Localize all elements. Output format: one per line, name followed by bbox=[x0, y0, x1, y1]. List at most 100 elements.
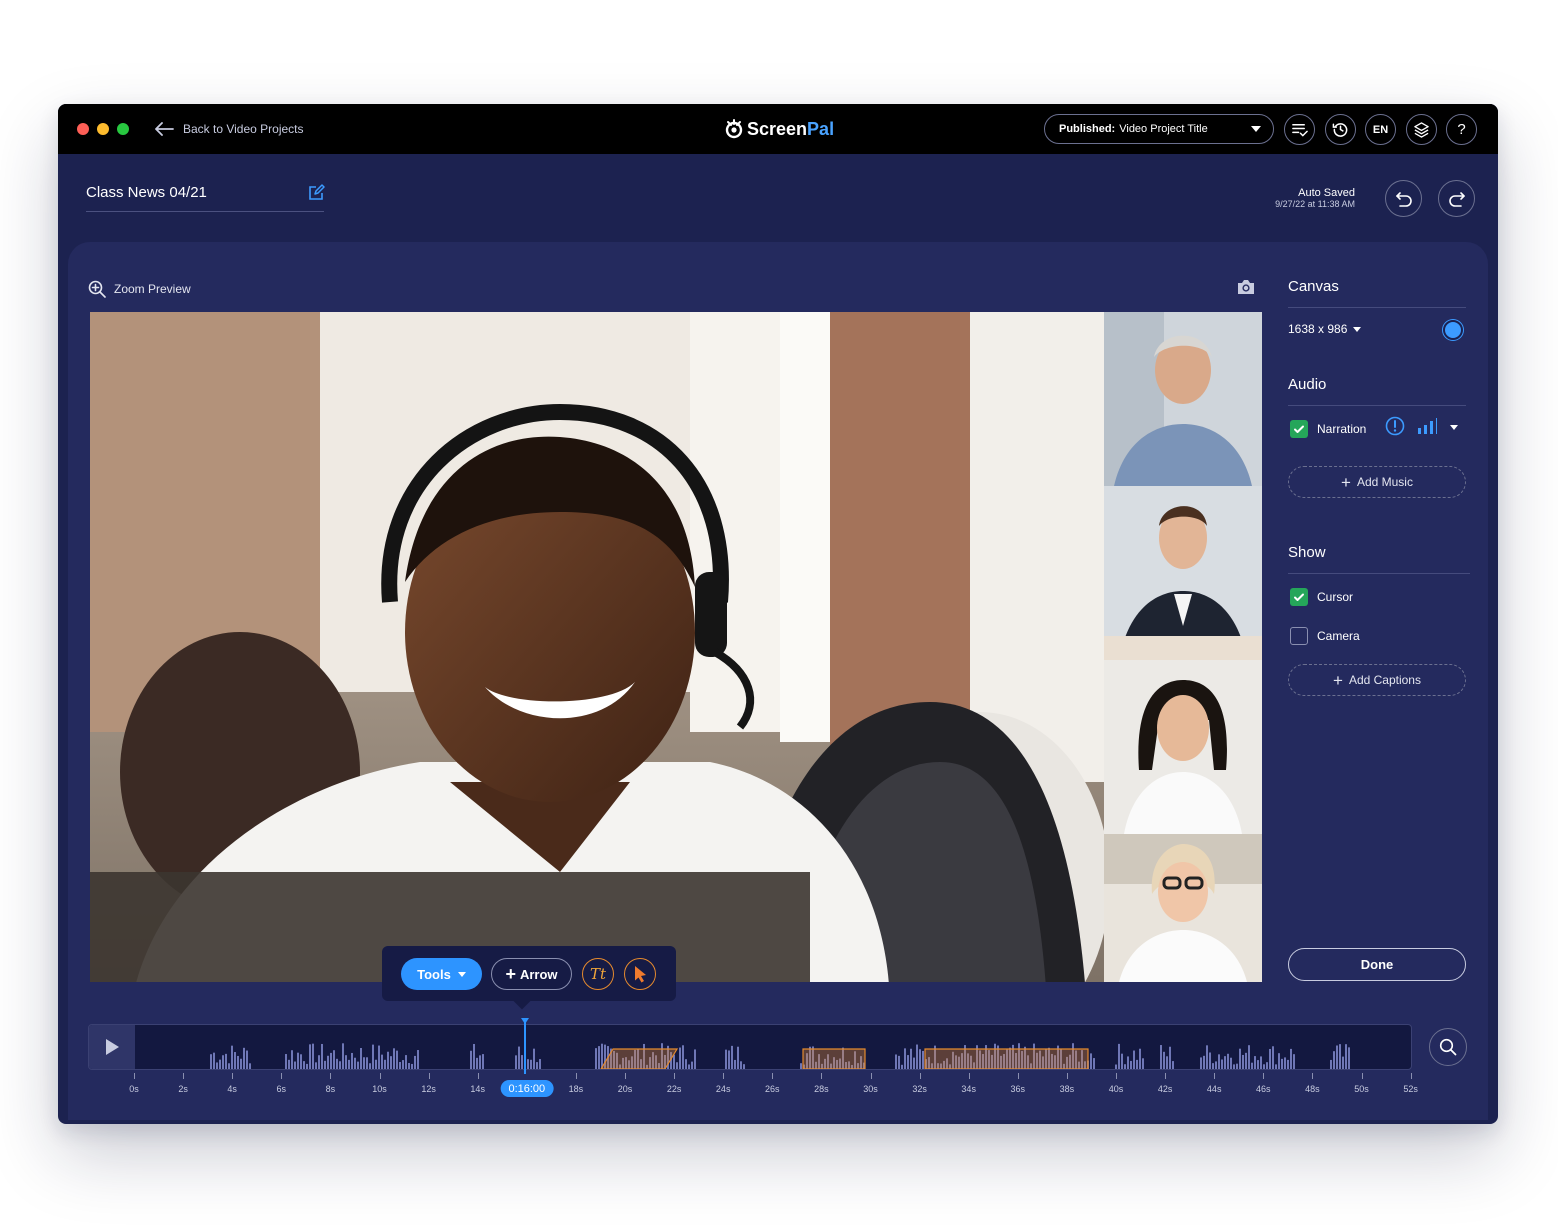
cursor-checkbox[interactable] bbox=[1290, 588, 1308, 606]
canvas-color-picker[interactable] bbox=[1443, 320, 1463, 340]
project-title[interactable]: Class News 04/21 bbox=[86, 184, 207, 201]
waveform-bar bbox=[539, 1059, 541, 1069]
ruler-tick-label: 42s bbox=[1157, 1084, 1173, 1094]
waveform-bar bbox=[342, 1043, 344, 1069]
camera-checkbox[interactable] bbox=[1290, 627, 1308, 645]
ruler-tick bbox=[1214, 1073, 1216, 1079]
waveform-bar bbox=[1209, 1052, 1211, 1069]
current-time-badge: 0:16:00 bbox=[500, 1080, 554, 1097]
waveform-bar bbox=[1272, 1046, 1274, 1069]
layers-button[interactable] bbox=[1406, 114, 1437, 145]
timeline-segment[interactable] bbox=[802, 1048, 866, 1069]
help-button[interactable]: ? bbox=[1446, 114, 1477, 145]
language-label: EN bbox=[1372, 123, 1389, 136]
participant-tile[interactable] bbox=[1104, 486, 1262, 660]
camera-checkbox-row[interactable]: Camera bbox=[1290, 627, 1360, 645]
zoom-preview-button[interactable]: Zoom Preview bbox=[88, 280, 191, 298]
waveform-bar bbox=[399, 1062, 401, 1069]
add-captions-label: Add Captions bbox=[1348, 673, 1421, 687]
autosave-title: Auto Saved bbox=[1298, 187, 1355, 199]
checklist-icon bbox=[1292, 124, 1308, 137]
waveform-bar bbox=[598, 1046, 600, 1069]
language-button[interactable]: EN bbox=[1365, 114, 1396, 145]
waveform-bar bbox=[222, 1055, 224, 1069]
waveform-bar bbox=[919, 1049, 921, 1069]
maximize-window-button[interactable] bbox=[117, 123, 129, 135]
edit-icon[interactable] bbox=[308, 184, 325, 201]
screenpal-logo: ScreenPal bbox=[724, 116, 834, 142]
timeline-segment[interactable] bbox=[600, 1048, 679, 1069]
ruler-tick bbox=[183, 1073, 185, 1079]
back-to-projects-link[interactable]: Back to Video Projects bbox=[154, 118, 304, 140]
participant-tiles bbox=[1104, 312, 1262, 982]
waveform-bar bbox=[309, 1044, 311, 1069]
video-preview[interactable] bbox=[90, 312, 1262, 982]
waveform-bar bbox=[297, 1052, 299, 1069]
ruler-tick-label: 38s bbox=[1059, 1084, 1075, 1094]
narration-checkbox[interactable] bbox=[1290, 420, 1308, 438]
audio-options-chevron-icon[interactable] bbox=[1450, 425, 1458, 430]
chevron-down-icon bbox=[457, 971, 466, 977]
waveform-bar bbox=[348, 1059, 350, 1069]
main-video-frame bbox=[90, 312, 1104, 982]
participant-tile[interactable] bbox=[1104, 660, 1262, 834]
waveform-bar bbox=[330, 1052, 332, 1069]
autosave-status: Auto Saved 9/27/22 at 11:38 AM bbox=[1275, 187, 1355, 209]
plus-icon: + bbox=[1341, 472, 1351, 492]
waveform-bar bbox=[408, 1063, 410, 1069]
add-arrow-button[interactable]: + Arrow bbox=[491, 958, 572, 990]
timeline-segment[interactable] bbox=[924, 1048, 1089, 1069]
publish-dropdown[interactable]: Published: Video Project Title bbox=[1044, 114, 1274, 144]
play-icon bbox=[106, 1039, 119, 1055]
history-button[interactable] bbox=[1325, 114, 1356, 145]
participant-video bbox=[1104, 312, 1262, 486]
add-music-label: Add Music bbox=[1356, 475, 1413, 489]
waveform-bar bbox=[1133, 1050, 1135, 1069]
alert-info-icon[interactable] bbox=[1385, 416, 1405, 436]
undo-button[interactable] bbox=[1385, 180, 1422, 217]
waveform-bar bbox=[679, 1047, 681, 1069]
cursor-tool-button[interactable] bbox=[624, 958, 656, 990]
waveform-bar bbox=[1224, 1056, 1226, 1069]
participant-tile[interactable] bbox=[1104, 834, 1262, 982]
layers-icon bbox=[1414, 122, 1429, 138]
ruler-tick-label: 34s bbox=[961, 1084, 976, 1094]
waveform-bar bbox=[381, 1054, 383, 1069]
cursor-checkbox-row[interactable]: Cursor bbox=[1290, 588, 1353, 606]
waveform-bar bbox=[405, 1055, 407, 1069]
waveform-bar bbox=[1136, 1059, 1138, 1069]
narration-checkbox-row[interactable]: Narration bbox=[1290, 420, 1366, 438]
ruler-tick-label: 10s bbox=[372, 1084, 387, 1094]
participant-video bbox=[1104, 486, 1262, 660]
timeline-track[interactable] bbox=[88, 1024, 1412, 1070]
waveform-bar bbox=[1275, 1064, 1277, 1069]
waveform-bar bbox=[228, 1063, 230, 1069]
camera-snapshot-icon[interactable] bbox=[1236, 278, 1256, 296]
participant-tile[interactable] bbox=[1104, 312, 1262, 486]
timeline-zoom-button[interactable] bbox=[1429, 1028, 1467, 1066]
playhead[interactable] bbox=[524, 1022, 526, 1074]
play-button[interactable] bbox=[89, 1025, 135, 1069]
waveform-bar bbox=[1115, 1064, 1117, 1069]
waveform-bar bbox=[688, 1064, 690, 1069]
close-window-button[interactable] bbox=[77, 123, 89, 135]
waveform-bar bbox=[536, 1062, 538, 1069]
tools-dropdown-button[interactable]: Tools bbox=[401, 958, 482, 990]
add-music-button[interactable]: + Add Music bbox=[1288, 466, 1466, 498]
redo-button[interactable] bbox=[1438, 180, 1475, 217]
minimize-window-button[interactable] bbox=[97, 123, 109, 135]
ruler-tick bbox=[1116, 1073, 1117, 1079]
text-tool-button[interactable]: Tt bbox=[582, 958, 614, 990]
done-button[interactable]: Done bbox=[1288, 948, 1466, 981]
waveform-bar bbox=[473, 1043, 475, 1069]
add-captions-button[interactable]: + Add Captions bbox=[1288, 664, 1466, 696]
waveform-bar bbox=[321, 1043, 323, 1069]
ruler-tick-label: 50s bbox=[1354, 1084, 1369, 1094]
checklist-button[interactable] bbox=[1284, 114, 1315, 145]
ruler-tick-label: 26s bbox=[765, 1084, 780, 1094]
waveform-bar bbox=[685, 1059, 687, 1069]
waveform-bar bbox=[333, 1050, 335, 1069]
waveform-bar bbox=[530, 1059, 532, 1069]
canvas-size-dropdown[interactable]: 1638 x 986 bbox=[1288, 322, 1362, 336]
publish-title: Video Project Title bbox=[1119, 123, 1208, 135]
